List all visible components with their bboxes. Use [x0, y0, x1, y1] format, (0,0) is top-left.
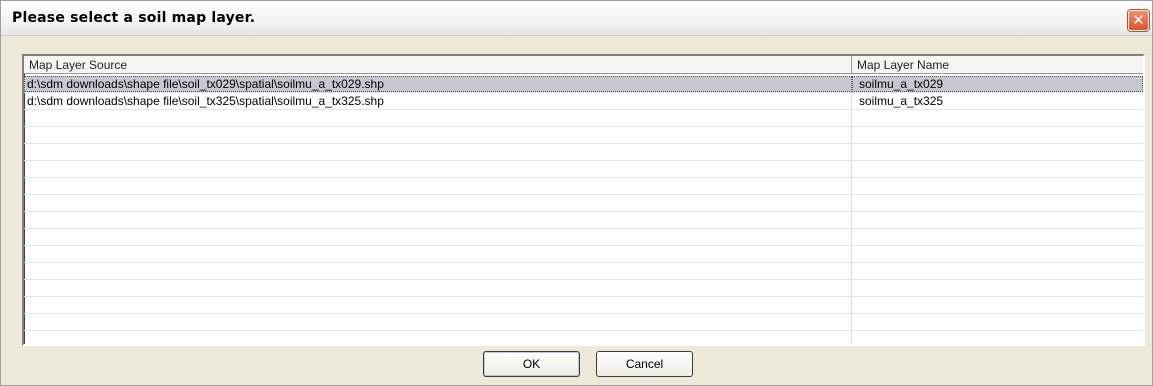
cell-source	[24, 195, 852, 211]
empty-row	[24, 263, 1143, 280]
list-rows: d:\sdm downloads\shape file\soil_tx029\s…	[24, 76, 1143, 344]
cell-name	[852, 127, 1143, 143]
empty-row	[24, 212, 1143, 229]
layer-list[interactable]: Map Layer Source Map Layer Name d:\sdm d…	[22, 54, 1145, 346]
cell-name	[852, 110, 1143, 126]
cell-source: d:\sdm downloads\shape file\soil_tx029\s…	[24, 76, 852, 92]
cell-name: soilmu_a_tx325	[859, 94, 944, 108]
cell-source	[24, 110, 852, 126]
empty-row	[24, 178, 1143, 195]
cell-source	[24, 314, 852, 330]
empty-row	[24, 161, 1143, 178]
cell-name	[852, 263, 1143, 279]
cell-source	[24, 297, 852, 313]
cell-name: soilmu_a_tx029	[852, 76, 1143, 92]
cell-name	[852, 195, 1143, 211]
table-row[interactable]: d:\sdm downloads\shape file\soil_tx325\s…	[24, 93, 1143, 110]
ok-button[interactable]: OK	[483, 351, 580, 377]
empty-row	[24, 314, 1143, 331]
cell-name	[852, 331, 1143, 344]
list-header: Map Layer Source Map Layer Name	[24, 56, 1143, 76]
cell-name	[852, 178, 1143, 194]
cell-source	[24, 263, 852, 279]
cell-source	[24, 178, 852, 194]
empty-row	[24, 195, 1143, 212]
empty-row	[24, 127, 1143, 144]
title-bar[interactable]: Please select a soil map layer. ✕	[1, 1, 1152, 36]
cell-name	[852, 229, 1143, 245]
empty-row	[24, 246, 1143, 263]
close-icon[interactable]: ✕	[1128, 10, 1149, 31]
cell-name	[852, 314, 1143, 330]
cell-name	[852, 297, 1143, 313]
cell-source	[24, 229, 852, 245]
empty-row	[24, 110, 1143, 127]
column-header-source[interactable]: Map Layer Source	[24, 56, 852, 74]
empty-row	[24, 229, 1143, 246]
empty-row	[24, 331, 1143, 344]
cell-source	[24, 144, 852, 160]
cell-source	[24, 161, 852, 177]
cell-source	[24, 212, 852, 228]
cell-source: d:\sdm downloads\shape file\soil_tx325\s…	[24, 93, 852, 109]
cell-name	[852, 212, 1143, 228]
cell-name	[852, 144, 1143, 160]
cell-name	[852, 246, 1143, 262]
dialog-title: Please select a soil map layer.	[12, 10, 256, 26]
cell-source	[24, 280, 852, 296]
empty-row	[24, 144, 1143, 161]
empty-row	[24, 280, 1143, 297]
cell-name	[852, 161, 1143, 177]
cell-source	[24, 246, 852, 262]
cell-name	[852, 280, 1143, 296]
dialog-window: Please select a soil map layer. ✕ Map La…	[0, 0, 1153, 386]
table-row[interactable]: d:\sdm downloads\shape file\soil_tx029\s…	[24, 76, 1143, 93]
column-header-name[interactable]: Map Layer Name	[852, 56, 1143, 74]
cancel-button[interactable]: Cancel	[596, 351, 693, 377]
cell-source	[24, 127, 852, 143]
cell-source	[24, 331, 852, 344]
empty-row	[24, 297, 1143, 314]
